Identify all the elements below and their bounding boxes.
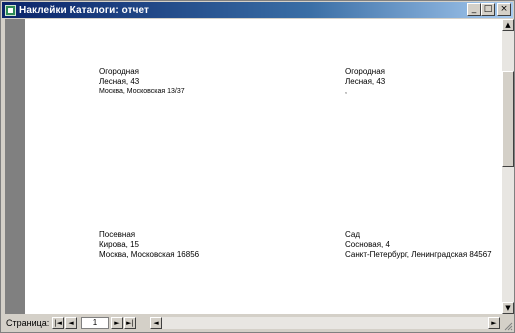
title-bar[interactable]: Наклейки Каталоги: отчет _ □ × xyxy=(2,2,513,18)
scroll-up-button[interactable]: ▲ xyxy=(502,19,514,31)
window-title: Наклейки Каталоги: отчет xyxy=(19,4,150,16)
page-number-input[interactable]: 1 xyxy=(81,317,109,329)
scroll-down-button[interactable]: ▼ xyxy=(502,302,514,314)
label-name: Огородная xyxy=(345,67,386,76)
mailing-label: Сад Сосновая, 4 Санкт-Петербург, Ленингр… xyxy=(345,230,492,260)
close-button[interactable]: × xyxy=(497,3,511,16)
navigation-bar: Страница: |◄ ◄ 1 ► ►| ◄ ► xyxy=(2,314,514,332)
mailing-label: Огородная Лесная, 43 Москва, Московская … xyxy=(99,67,185,97)
report-preview-area[interactable]: Огородная Лесная, 43 Москва, Московская … xyxy=(5,19,502,314)
vertical-scroll-thumb[interactable] xyxy=(502,71,514,167)
next-record-icon[interactable]: ► xyxy=(111,317,123,329)
horizontal-scrollbar[interactable]: ◄ ► xyxy=(150,317,500,329)
mailing-label: Огородная Лесная, 43 , xyxy=(345,67,385,97)
label-street: Кирова, 15 xyxy=(99,240,139,249)
previous-record-icon[interactable]: ◄ xyxy=(65,317,77,329)
first-record-icon[interactable]: |◄ xyxy=(52,317,64,329)
report-page: Огородная Лесная, 43 Москва, Московская … xyxy=(25,19,502,314)
label-street: Сосновая, 4 xyxy=(345,240,390,249)
label-street: Лесная, 43 xyxy=(345,77,386,86)
label-city: Москва, Московская 16856 xyxy=(99,250,200,259)
minimize-button[interactable]: _ xyxy=(467,3,481,16)
window-controls: _ □ × xyxy=(467,3,511,16)
scroll-left-button[interactable]: ◄ xyxy=(150,317,162,329)
mailing-label: Посевная Кирова, 15 Москва, Московская 1… xyxy=(99,230,199,260)
label-name: Огородная xyxy=(99,67,140,76)
label-name: Сад xyxy=(345,230,360,239)
label-city: Санкт-Петербург, Ленинградская 84567 xyxy=(345,250,492,259)
vertical-scrollbar[interactable]: ▲ ▼ xyxy=(502,19,514,314)
maximize-button[interactable]: □ xyxy=(481,3,495,16)
label-city: , xyxy=(345,88,347,95)
scroll-right-button[interactable]: ► xyxy=(488,317,500,329)
label-city: Москва, Московская 13/37 xyxy=(99,88,185,95)
report-icon[interactable] xyxy=(5,4,16,16)
last-record-icon[interactable]: ►| xyxy=(124,317,136,329)
label-street: Лесная, 43 xyxy=(99,77,140,86)
label-name: Посевная xyxy=(99,230,136,239)
report-window: Наклейки Каталоги: отчет _ □ × Огородная… xyxy=(0,0,515,333)
resize-grip-icon[interactable] xyxy=(503,321,513,331)
page-label: Страница: xyxy=(6,318,50,328)
